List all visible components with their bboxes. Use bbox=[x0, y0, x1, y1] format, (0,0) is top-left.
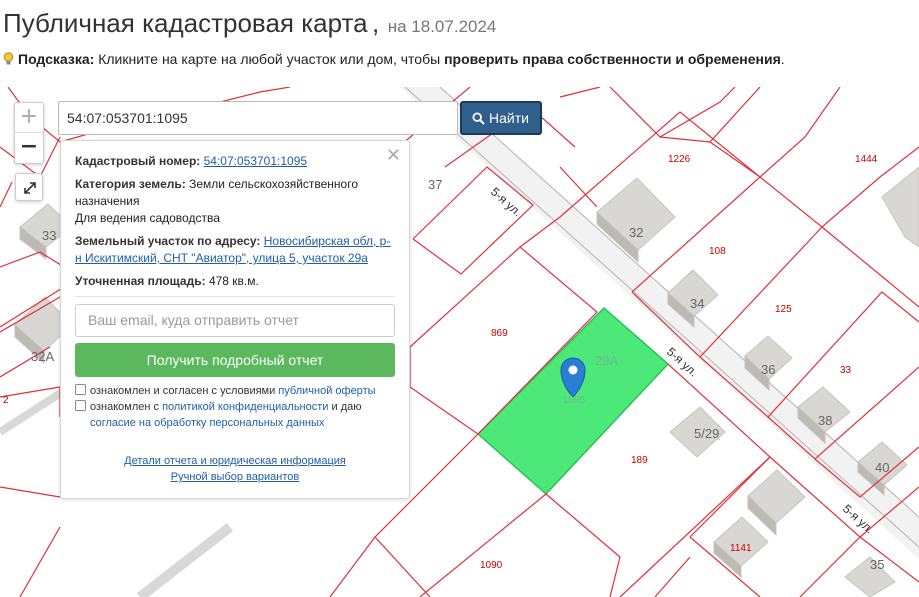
parcel-label: 40 bbox=[875, 460, 890, 475]
search-icon bbox=[472, 112, 485, 125]
road-edge bbox=[404, 87, 919, 548]
land-usage: Для ведения садоводства bbox=[75, 211, 220, 225]
fullscreen-button[interactable] bbox=[15, 173, 43, 201]
hint-label: Подсказка: bbox=[18, 51, 95, 67]
zoom-out-button[interactable]: − bbox=[15, 133, 43, 163]
zoom-in-button[interactable]: + bbox=[15, 103, 43, 133]
page-title: Публичная кадастровая карта bbox=[3, 8, 368, 38]
parcel-label: 29А bbox=[595, 353, 619, 368]
cadastral-number-row: Кадастровый номер: 54:07:053701:1095 bbox=[75, 153, 395, 170]
parcel-label: 5/29 bbox=[694, 426, 720, 441]
cadastral-number-label: 189 bbox=[631, 455, 648, 466]
hint-line: Подсказка: Кликните на карте на любой уч… bbox=[3, 51, 785, 67]
road-area bbox=[400, 87, 919, 559]
cadastral-number-label: 125 bbox=[775, 304, 792, 315]
personal-data-consent-link[interactable]: согласие на обработку персональных данны… bbox=[90, 417, 324, 429]
divider bbox=[75, 296, 395, 297]
road-area bbox=[136, 523, 234, 597]
land-category-label: Категория земель: bbox=[75, 177, 186, 191]
hint-emphasis: проверить права собственности и обремене… bbox=[444, 51, 781, 67]
offer-consent-checkbox[interactable] bbox=[75, 384, 86, 395]
cadastral-number-link[interactable]: 54:07:053701:1095 bbox=[204, 154, 307, 168]
find-button-label: Найти bbox=[489, 110, 529, 126]
parcel-label: 32 bbox=[629, 225, 644, 240]
cadastral-number-label: 1095 bbox=[563, 395, 586, 406]
cadastral-number-label: 108 bbox=[709, 246, 726, 257]
area-row: Уточненная площадь: 478 кв.м. bbox=[75, 273, 395, 290]
close-icon[interactable]: ✕ bbox=[386, 145, 401, 166]
cadastral-number-label: 33 bbox=[840, 365, 852, 376]
offer-consent-checkbox-row: ознакомлен и согласен с условиями публич… bbox=[75, 383, 395, 399]
expand-icon bbox=[24, 182, 36, 194]
get-report-button[interactable]: Получить подробный отчет bbox=[75, 343, 395, 377]
public-offer-link[interactable]: публичной оферты bbox=[278, 385, 375, 397]
parcel-label: 34 bbox=[690, 296, 705, 311]
manual-selection-link[interactable]: Ручной выбор вариантов bbox=[171, 471, 299, 483]
address-row: Земельный участок по адресу: Новосибирск… bbox=[75, 233, 395, 267]
area-value: 478 кв.м. bbox=[208, 274, 259, 288]
parcel-label: 36 bbox=[761, 362, 776, 377]
parcel-label: 37 bbox=[428, 177, 443, 192]
title-separator: , bbox=[372, 8, 380, 38]
parcel-label: 33 bbox=[42, 228, 57, 243]
offer-consent-text: ознакомлен и согласен с условиями bbox=[90, 385, 276, 397]
cadastral-number-label: 1444 bbox=[855, 154, 878, 165]
privacy-consent-checkbox[interactable] bbox=[75, 400, 86, 411]
lightbulb-icon bbox=[3, 52, 14, 65]
page-date: на 18.07.2024 bbox=[387, 17, 497, 36]
cadastral-search-input[interactable]: 54:07:053701:1095 bbox=[58, 101, 458, 135]
cadastral-map[interactable]: 37 33 32А 32 34 36 38 40 35 29А 5/29 122… bbox=[0, 87, 919, 597]
land-category-row: Категория земель: Земли сельскохозяйстве… bbox=[75, 176, 395, 227]
cadastral-number-label: 1141 bbox=[730, 543, 752, 554]
cadastral-number-label: 2 bbox=[3, 395, 9, 406]
cadastral-number-label: 1090 bbox=[480, 560, 503, 571]
privacy-and-text: и даю bbox=[331, 401, 362, 413]
cadastral-number-label: Кадастровый номер: bbox=[75, 154, 201, 168]
zoom-control: + − bbox=[14, 102, 44, 164]
parcel-label: 32А bbox=[31, 349, 55, 364]
privacy-consent-checkbox-row: ознакомлен с политикой конфиденциальност… bbox=[75, 399, 395, 431]
cadastral-number-label: 869 bbox=[491, 328, 508, 339]
parcel-label: 35 bbox=[870, 557, 885, 572]
page-header: Публичная кадастровая карта , на 18.07.2… bbox=[3, 8, 496, 44]
parcel-label: 38 bbox=[818, 413, 833, 428]
privacy-consent-text: ознакомлен с bbox=[90, 401, 160, 413]
cadastral-number-label: 1226 bbox=[668, 154, 691, 165]
address-label: Земельный участок по адресу: bbox=[75, 234, 261, 248]
hint-text: Кликните на карте на любой участок или д… bbox=[98, 51, 441, 67]
find-button[interactable]: Найти bbox=[460, 101, 542, 135]
email-input[interactable]: Ваш email, куда отправить отчет bbox=[75, 304, 395, 337]
privacy-policy-link[interactable]: политикой конфиденциальности bbox=[162, 401, 328, 413]
report-details-link[interactable]: Детали отчета и юридическая информация bbox=[124, 455, 346, 467]
area-label: Уточненная площадь: bbox=[75, 274, 206, 288]
report-details: Детали отчета и юридическая информация Р… bbox=[75, 453, 395, 485]
parcel-info-popup: ✕ Кадастровый номер: 54:07:053701:1095 К… bbox=[60, 140, 410, 499]
hint-end: . bbox=[780, 51, 785, 67]
